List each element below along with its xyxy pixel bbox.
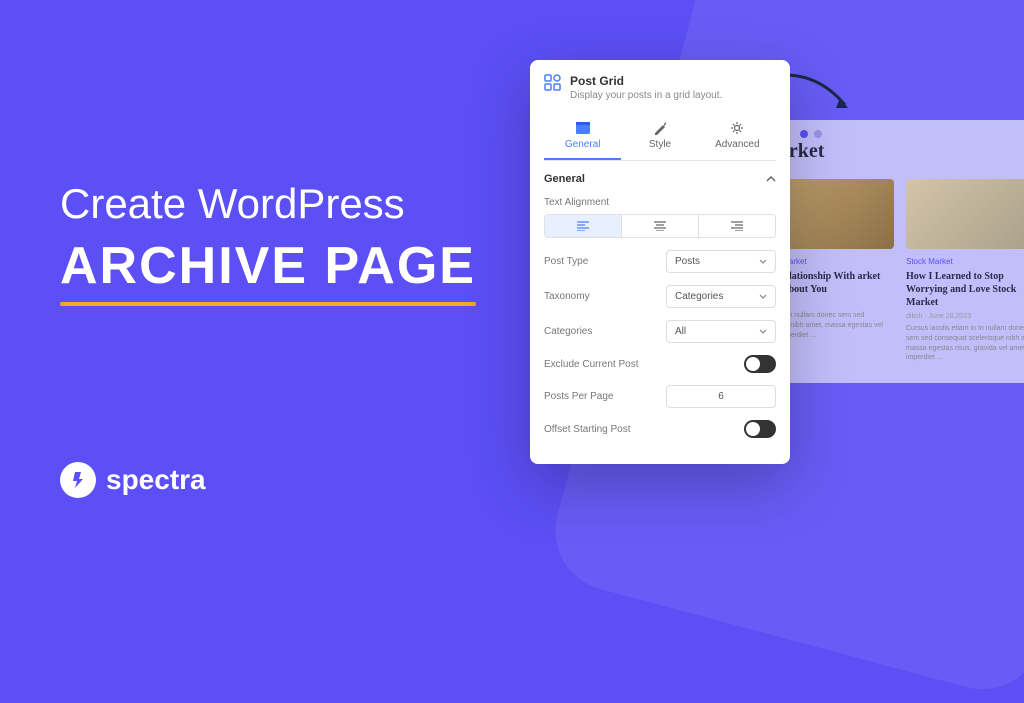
offset-toggle[interactable]: [744, 420, 776, 438]
arrow-icon: [780, 70, 860, 120]
settings-tabs: General Style Advanced: [544, 113, 776, 161]
post-title: How I Learned to Stop Worrying and Love …: [906, 270, 1024, 309]
offset-label: Offset Starting Post: [544, 424, 744, 435]
spectra-logo: spectra: [60, 462, 206, 498]
field-text-alignment: Text Alignment: [544, 197, 776, 238]
align-center-button[interactable]: [622, 215, 699, 237]
chevron-down-icon: [759, 294, 767, 299]
taxonomy-label: Taxonomy: [544, 291, 666, 302]
headline-line-2: ARCHIVE PAGE: [60, 236, 476, 296]
style-tab-icon: [653, 121, 667, 135]
taxonomy-select[interactable]: Categories: [666, 285, 776, 308]
section-general-header[interactable]: General: [544, 173, 776, 185]
field-offset: Offset Starting Post: [544, 420, 776, 438]
tab-advanced[interactable]: Advanced: [699, 113, 776, 160]
post-grid-icon: [544, 74, 562, 92]
field-post-type: Post Type Posts: [544, 250, 776, 273]
align-left-icon: [577, 221, 589, 231]
headline-underline: [60, 302, 476, 306]
post-card: Stock Market How I Learned to Stop Worry…: [906, 179, 1024, 363]
posts-per-page-label: Posts Per Page: [544, 391, 666, 402]
posts-per-page-input[interactable]: 6: [666, 385, 776, 408]
align-left-button[interactable]: [545, 215, 622, 237]
align-right-button[interactable]: [699, 215, 775, 237]
preview-post-grid: Stock Market our Relationship With arket…: [760, 179, 1024, 363]
preview-dots: [800, 130, 822, 138]
general-tab-icon: [575, 121, 591, 135]
tab-style[interactable]: Style: [621, 113, 698, 160]
main-headline: Create WordPress ARCHIVE PAGE: [60, 180, 476, 296]
dot-icon: [800, 130, 808, 138]
advanced-tab-icon: [730, 121, 744, 135]
post-meta: diksh · June 28,2023: [906, 313, 1024, 320]
field-exclude-current: Exclude Current Post: [544, 355, 776, 373]
categories-label: Categories: [544, 326, 666, 337]
field-categories: Categories All: [544, 320, 776, 343]
spectra-logo-icon: [60, 462, 96, 498]
align-center-icon: [654, 221, 666, 231]
categories-select[interactable]: All: [666, 320, 776, 343]
chevron-down-icon: [759, 329, 767, 334]
exclude-current-toggle[interactable]: [744, 355, 776, 373]
post-type-select[interactable]: Posts: [666, 250, 776, 273]
dot-icon: [814, 130, 822, 138]
chevron-down-icon: [759, 259, 767, 264]
text-alignment-label: Text Alignment: [544, 197, 776, 208]
alignment-button-group: [544, 214, 776, 238]
post-excerpt: Cursus iaculis etiam in In nullam donec …: [906, 324, 1024, 363]
spectra-logo-text: spectra: [106, 464, 206, 496]
field-posts-per-page: Posts Per Page 6: [544, 385, 776, 408]
chevron-up-icon: [766, 176, 776, 182]
tab-general[interactable]: General: [544, 113, 621, 160]
exclude-current-label: Exclude Current Post: [544, 359, 744, 370]
align-right-icon: [731, 221, 743, 231]
post-category: Stock Market: [906, 257, 1024, 266]
preview-page-title: Market: [760, 140, 1024, 163]
post-image: [906, 179, 1024, 249]
panel-header: Post Grid Display your posts in a grid l…: [544, 74, 776, 101]
block-name: Post Grid: [570, 74, 722, 88]
post-type-label: Post Type: [544, 256, 666, 267]
block-settings-panel: Post Grid Display your posts in a grid l…: [530, 60, 790, 464]
field-taxonomy: Taxonomy Categories: [544, 285, 776, 308]
headline-line-1: Create WordPress: [60, 180, 476, 228]
block-description: Display your posts in a grid layout.: [570, 90, 722, 101]
